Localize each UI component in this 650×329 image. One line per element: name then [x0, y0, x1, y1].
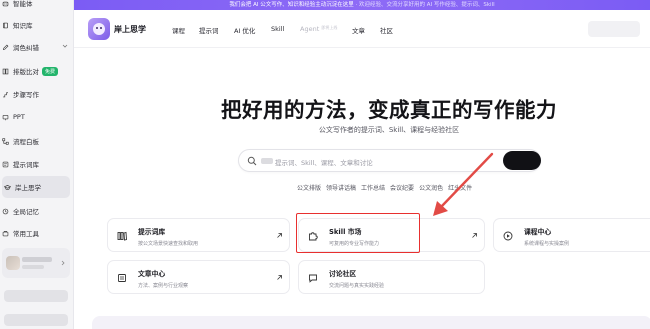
banner-text: 我们会把 AI 公文写作、知识和经验主动沉淀在这里 — [229, 2, 354, 8]
library-icon — [117, 231, 127, 241]
arrow-up-right-icon — [277, 275, 282, 280]
tag-layout[interactable]: 公文排版 — [297, 183, 321, 192]
sidebar-item-polish[interactable]: 润色纠错 — [0, 36, 74, 58]
pen-icon — [2, 44, 9, 51]
blurred-user-info — [22, 265, 44, 269]
sidebar-item-label: PPT — [13, 113, 25, 121]
brand-logo[interactable] — [88, 18, 110, 40]
blurred-username — [22, 257, 52, 262]
sidebar-item-label: 步骤写作 — [13, 91, 39, 99]
sidebar-item-layout-compare[interactable]: 排版比对 免费 — [0, 60, 74, 82]
card-prompt-library[interactable]: 提示词库 按公文场景快速查找和取用 — [107, 218, 290, 252]
card-desc: 系统课程与实操案例 — [524, 241, 570, 247]
sidebar-item-label: 流程白板 — [13, 138, 39, 146]
search-input[interactable]: 提示词、Skill、课程、文章和讨论 — [275, 157, 373, 167]
search-icon — [247, 156, 257, 166]
blurred-user-menu[interactable] — [588, 21, 640, 37]
sidebar-item-anshang-sixue[interactable]: 岸上思学 — [2, 176, 70, 198]
annotation-arrow-icon — [433, 152, 494, 216]
nav-agent-label: Agent — [300, 25, 320, 33]
sidebar-item-label: 智能体 — [13, 0, 33, 8]
page-title: 把好用的方法，变成真正的写作能力 — [221, 98, 557, 122]
sidebar-item-flow-board[interactable]: 流程白板 — [0, 130, 74, 152]
play-icon — [503, 231, 513, 241]
nav-courses[interactable]: 课程 — [172, 25, 185, 35]
chevron-down-icon[interactable] — [62, 43, 68, 49]
card-title: 讨论社区 — [329, 270, 357, 278]
memory-icon — [2, 208, 9, 215]
sidebar-item-global-memory[interactable]: 全局记忆 — [0, 200, 74, 222]
sidebar-item-label: 常用工具 — [13, 230, 39, 238]
article-icon — [118, 274, 126, 282]
tag-work-summary[interactable]: 工作总结 — [361, 183, 385, 192]
sidebar-item-label: 全局记忆 — [13, 208, 39, 216]
chat-icon — [309, 274, 317, 283]
bottom-section-card — [92, 316, 650, 329]
slides-icon — [2, 114, 9, 121]
blurred-search-prefix — [261, 158, 273, 164]
sidebar-item-label: 润色纠错 — [13, 44, 39, 52]
chevron-right-icon — [61, 260, 65, 266]
tag-meeting-minutes[interactable]: 会议纪要 — [390, 183, 414, 192]
prompt-icon — [2, 161, 9, 168]
nav-skill[interactable]: Skill — [271, 25, 284, 33]
nav-agent-soon: 即将上线 — [321, 25, 338, 30]
sidebar-item-ppt[interactable]: PPT — [0, 106, 74, 128]
arrow-up-right-icon — [277, 233, 282, 238]
blurred-sidebar-entry — [4, 314, 68, 326]
cap-icon — [4, 184, 11, 191]
sidebar-item-agent[interactable]: 智能体 — [0, 0, 74, 14]
card-discussion-community[interactable]: 讨论社区 交流问题与真实实践经验 — [298, 260, 485, 294]
nav-community[interactable]: 社区 — [380, 25, 393, 35]
sidebar-item-knowledge[interactable]: 知识库 — [0, 14, 74, 36]
card-title: 文章中心 — [138, 270, 166, 278]
user-profile-card[interactable] — [2, 248, 70, 278]
card-article-center[interactable]: 文章中心 方法、案例与行业观察 — [107, 260, 290, 294]
arrow-up-right-icon — [472, 233, 477, 238]
sidebar-item-prompt-library[interactable]: 提示词库 — [0, 153, 74, 175]
card-title: 提示词库 — [138, 228, 166, 236]
card-desc: 方法、案例与行业观察 — [138, 283, 189, 289]
brand-name[interactable]: 岸上思学 — [114, 24, 146, 35]
card-desc: 按公文场景快速查找和取用 — [138, 241, 199, 247]
card-title: 课程中心 — [524, 228, 552, 236]
sidebar: 智能体 知识库 润色纠错 排版比对 免费 步骤写作 PPT 流程白板 提示词库 … — [0, 0, 74, 329]
sidebar-item-label: 岸上思学 — [15, 184, 41, 192]
card-desc: 交流问题与真实实践经验 — [329, 283, 385, 289]
tool-icon — [2, 230, 9, 237]
blurred-sidebar-entry — [4, 290, 68, 302]
sidebar-item-label: 知识库 — [13, 22, 33, 30]
banner-subtext: · 欢迎经验、交流分享好用的 AI 写作经验、提示词、Skill — [355, 2, 495, 8]
card-course-center[interactable]: 课程中心 系统课程与实操案例 — [493, 218, 650, 252]
sidebar-item-common-tools[interactable]: 常用工具 — [0, 222, 74, 244]
book-icon — [2, 22, 9, 29]
nav-prompts[interactable]: 提示词 — [199, 25, 219, 35]
nav-agent[interactable]: Agent 即将上线 — [300, 25, 337, 33]
sidebar-item-label: 提示词库 — [13, 161, 39, 169]
flow-icon — [2, 137, 9, 145]
logo-eye — [100, 27, 102, 29]
site-header: 岸上思学 课程 提示词 AI 优化 Skill Agent 即将上线 文章 社区 — [74, 10, 650, 48]
sidebar-item-label: 排版比对 — [13, 68, 39, 76]
tag-leader-speech[interactable]: 领导讲话稿 — [326, 183, 356, 192]
page-subtitle: 公文写作者的提示词、Skill、课程与经验社区 — [318, 126, 460, 134]
logo-eye — [96, 27, 98, 29]
announcement-banner: 我们会把 AI 公文写作、知识和经验主动沉淀在这里 · 欢迎经验、交流分享好用的… — [74, 0, 650, 10]
bot-icon — [2, 0, 9, 7]
sidebar-item-step-writing[interactable]: 步骤写作 — [0, 83, 74, 105]
avatar — [6, 256, 20, 270]
annotation-highlight-box — [296, 213, 420, 253]
nav-ai-optimize[interactable]: AI 优化 — [234, 25, 255, 35]
nav-articles[interactable]: 文章 — [352, 25, 365, 35]
free-badge: 免费 — [42, 66, 59, 76]
logo-mascot-face — [93, 23, 105, 35]
steps-icon — [2, 91, 9, 98]
layout-icon — [2, 68, 9, 75]
search-button[interactable] — [503, 151, 541, 170]
